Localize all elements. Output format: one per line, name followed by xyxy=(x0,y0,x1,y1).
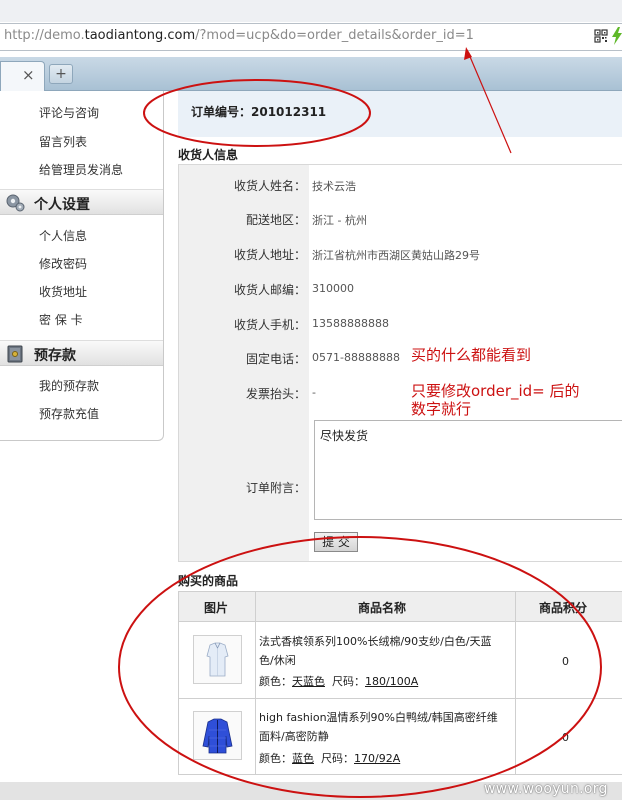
row-divider xyxy=(179,698,622,699)
size-value-link[interactable]: 180/100A xyxy=(365,675,418,688)
remark-text: 尽快发货 xyxy=(320,429,369,443)
column-header-image: 图片 xyxy=(204,601,229,615)
field-label-phone: 固定电话： xyxy=(245,352,306,366)
browser-top-strip xyxy=(0,0,622,22)
product-name-line: high fashion温情系列90%白鸭绒/韩国高密纤维 xyxy=(259,711,498,724)
sidebar-item-address[interactable]: 收货地址 xyxy=(39,283,87,300)
url-text[interactable]: http://demo.taodiantong.com/?mod=ucp&do=… xyxy=(4,28,474,43)
color-label: 颜色： xyxy=(259,675,292,688)
field-value-zipcode: 310000 xyxy=(312,282,354,295)
safe-icon xyxy=(7,345,23,363)
products-section-title: 购买的商品 xyxy=(178,574,239,588)
shirt-image[interactable] xyxy=(193,635,242,684)
shirt-icon xyxy=(206,642,229,677)
qr-code-icon[interactable] xyxy=(594,29,608,43)
color-label: 颜色： xyxy=(259,752,292,765)
product-points: 0 xyxy=(562,655,569,668)
field-value-address: 浙江省杭州市西湖区黄姑山路29号 xyxy=(312,249,480,262)
down-jacket-image[interactable] xyxy=(193,711,242,760)
url-prefix: http://demo. xyxy=(4,28,85,43)
section-deposit[interactable]: 预存款 xyxy=(0,340,163,366)
product-name-line: 法式香槟领系列100%长绒棉/90支纱/白色/天蓝 xyxy=(259,635,492,648)
close-tab-icon[interactable]: × xyxy=(22,66,35,84)
new-tab-button[interactable]: + xyxy=(49,64,73,84)
field-value-region: 浙江 - 杭州 xyxy=(312,214,367,227)
size-value-link[interactable]: 170/92A xyxy=(354,752,400,765)
section-title: 个人设置 xyxy=(34,197,90,213)
url-host: taodiantong.com xyxy=(84,28,196,43)
annotation-line-1: 买的什么都能看到 xyxy=(411,346,532,364)
product-attributes: 颜色：蓝色 尺码：170/92A xyxy=(259,750,400,766)
tab-bar xyxy=(0,57,622,91)
size-label: 尺码： xyxy=(332,675,365,688)
field-value-phone: 0571-88888888 xyxy=(312,351,400,364)
gear-icon xyxy=(6,194,25,212)
sidebar: 评论与咨询 留言列表 给管理员发消息 个人设置 个人信息 修改密码 收货地址 密… xyxy=(0,91,164,441)
field-label-mobile: 收货人手机： xyxy=(233,318,306,332)
watermark-text: www.wooyun.org xyxy=(484,781,608,797)
consignee-section-title: 收货人信息 xyxy=(178,148,239,162)
field-value-mobile: 13588888888 xyxy=(312,317,389,330)
field-label-invoice: 发票抬头： xyxy=(245,387,306,401)
color-value-link[interactable]: 蓝色 xyxy=(292,752,314,765)
field-label-zipcode: 收货人邮编： xyxy=(233,283,306,297)
size-label: 尺码： xyxy=(321,752,354,765)
column-header-points: 商品积分 xyxy=(539,601,588,615)
product-attributes: 颜色：天蓝色 尺码：180/100A xyxy=(259,673,418,689)
product-name[interactable]: 法式香槟领系列100%长绒棉/90支纱/白色/天蓝 色/休闲 xyxy=(259,632,514,670)
order-number: 订单编号：201012311 xyxy=(191,105,327,119)
sidebar-item-message-admin[interactable]: 给管理员发消息 xyxy=(39,161,123,178)
lightning-icon[interactable] xyxy=(612,27,622,45)
sidebar-item-profile[interactable]: 个人信息 xyxy=(39,227,87,244)
submit-button[interactable]: 提 交 xyxy=(314,532,358,552)
section-title: 预存款 xyxy=(34,348,76,364)
field-label-name: 收货人姓名： xyxy=(233,179,306,193)
section-personal-settings[interactable]: 个人设置 xyxy=(0,189,163,215)
url-path: /?mod=ucp&do=order_details&order_id=1 xyxy=(195,28,474,43)
sidebar-item-my-deposit[interactable]: 我的预存款 xyxy=(39,377,99,394)
color-value-link[interactable]: 天蓝色 xyxy=(292,675,325,688)
jacket-icon xyxy=(202,718,233,754)
field-label-remark: 订单附言： xyxy=(245,481,306,495)
sidebar-item-security-card[interactable]: 密 保 卡 xyxy=(39,311,83,328)
sidebar-item-reviews[interactable]: 评论与咨询 xyxy=(39,104,99,121)
sidebar-item-deposit-recharge[interactable]: 预存款充值 xyxy=(39,405,99,422)
column-divider xyxy=(515,592,516,775)
product-points: 0 xyxy=(562,731,569,744)
sidebar-item-change-password[interactable]: 修改密码 xyxy=(39,255,87,272)
field-value-name: 技术云浩 xyxy=(312,180,356,193)
field-label-address: 收货人地址： xyxy=(233,248,306,262)
product-name-line: 色/休闲 xyxy=(259,654,296,667)
product-name-line: 面料/高密防静 xyxy=(259,730,329,743)
sidebar-item-messages[interactable]: 留言列表 xyxy=(39,133,87,150)
annotation-line-3: 数字就行 xyxy=(411,400,472,418)
field-label-region: 配送地区： xyxy=(245,213,306,227)
product-name[interactable]: high fashion温情系列90%白鸭绒/韩国高密纤维 面料/高密防静 xyxy=(259,708,514,746)
column-header-name: 商品名称 xyxy=(358,601,407,615)
column-divider xyxy=(255,592,256,775)
field-value-invoice: - xyxy=(312,386,316,399)
